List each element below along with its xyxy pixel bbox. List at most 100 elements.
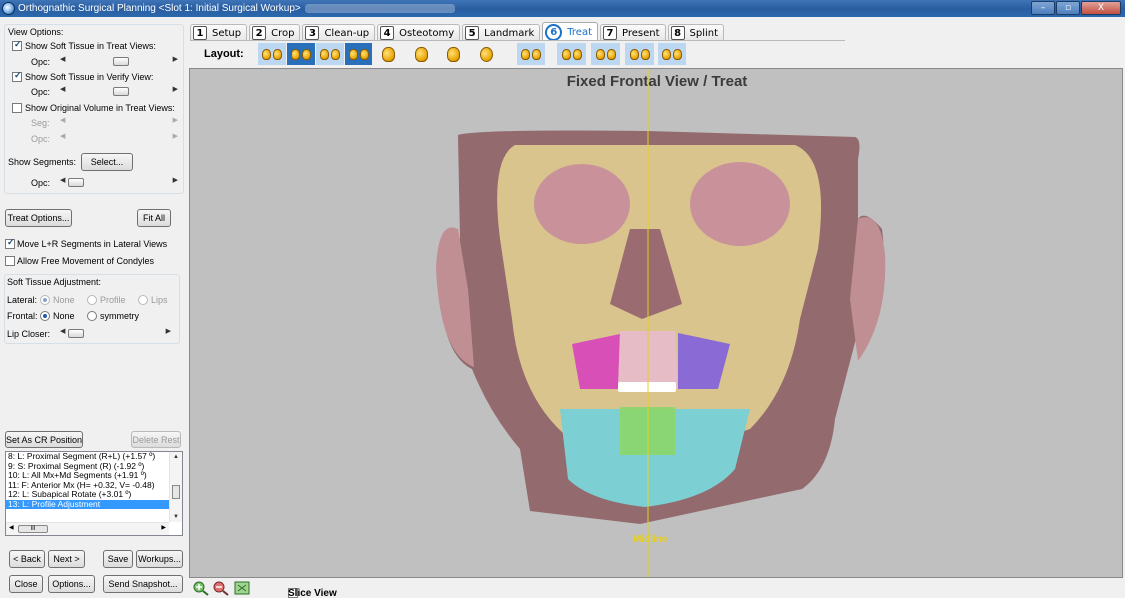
back-button[interactable]: < Back — [9, 550, 45, 568]
layout-single-frontal-icon[interactable] — [444, 43, 462, 65]
slider-left-arrow-icon[interactable]: ◀ — [60, 85, 65, 93]
delete-rest-button: Delete Rest — [131, 431, 181, 448]
options-button[interactable]: Options... — [48, 575, 95, 593]
layout-compare-oblique-icon[interactable] — [625, 43, 654, 65]
layout-compare-lateral-icon[interactable] — [557, 43, 586, 65]
treat-options-button[interactable]: Treat Options... — [5, 209, 72, 227]
slider-left-arrow-icon[interactable]: ◀ — [60, 55, 65, 63]
tab-splint[interactable]: 8 Splint — [667, 24, 725, 41]
soft-tissue-treat-checkbox[interactable] — [12, 39, 22, 51]
move-lr-segments-label: Move L+R Segments in Lateral Views — [17, 239, 168, 249]
scroll-left-icon[interactable]: ◀ — [9, 524, 14, 531]
slider-thumb[interactable] — [113, 87, 129, 96]
tab-number: 4 — [380, 26, 395, 40]
tab-osteotomy[interactable]: 4 Osteotomy — [377, 24, 461, 41]
frontal-none-label: None — [53, 311, 75, 321]
slider-thumb[interactable] — [68, 329, 84, 338]
seg-label: Seg: — [31, 118, 50, 128]
layout-single-lateral-icon[interactable] — [379, 43, 397, 65]
history-horizontal-scrollbar[interactable]: ◀ III ▶ — [6, 522, 169, 535]
close-button[interactable]: Close — [9, 575, 43, 593]
opc-label: Opc: — [31, 134, 51, 144]
slider-right-arrow-icon[interactable]: ▶ — [173, 176, 178, 184]
layout-single-oblique-icon[interactable] — [412, 43, 430, 65]
set-cr-position-button[interactable]: Set As CR Position — [5, 431, 83, 448]
send-snapshot-button[interactable]: Send Snapshot... — [103, 575, 183, 593]
segments-opacity-slider[interactable]: ◀ ▶ — [60, 176, 178, 188]
select-segments-button[interactable]: Select... — [81, 153, 133, 171]
slider-thumb[interactable] — [68, 178, 84, 187]
skull-rendering — [436, 69, 886, 577]
lip-closer-slider[interactable]: ◀ ▶ — [60, 327, 171, 339]
next-button[interactable]: Next > — [48, 550, 85, 568]
upper-teeth — [618, 382, 676, 392]
history-list[interactable]: 8: L: Proximal Segment (R+L) (+1.57 º) 9… — [5, 451, 183, 536]
workups-button[interactable]: Workups... — [136, 550, 183, 568]
show-segments-label: Show Segments: — [8, 157, 77, 167]
tab-present[interactable]: 7 Present — [600, 24, 666, 41]
slider-right-arrow-icon[interactable]: ▶ — [173, 55, 178, 63]
title-bar: Orthognathic Surgical Planning <Slot 1: … — [0, 0, 1125, 17]
layout-two-view-alt-icon[interactable] — [316, 43, 344, 65]
lateral-profile-label: Profile — [100, 295, 126, 305]
soft-tissue-verify-label: Show Soft Tissue in Verify View: — [25, 72, 154, 82]
frontal-symmetry-radio[interactable] — [87, 311, 97, 321]
save-button[interactable]: Save — [103, 550, 133, 568]
slider-thumb[interactable] — [113, 57, 129, 66]
layout-two-view-selected-icon[interactable] — [287, 43, 315, 65]
soft-tissue-verify-checkbox[interactable] — [12, 70, 22, 82]
zoom-fit-icon[interactable] — [233, 580, 251, 596]
workflow-tabs: 1 Setup 2 Crop 3 Clean-up 4 Osteotomy 5 Landm… — [190, 22, 726, 41]
slider-left-arrow-icon[interactable]: ◀ — [60, 176, 65, 184]
scroll-thumb[interactable]: III — [18, 525, 48, 533]
list-item[interactable]: 12: L: Subapical Rotate (+3.01 º) — [6, 490, 169, 500]
3d-viewport[interactable]: Fixed Frontal View / Treat Midline — [189, 68, 1123, 578]
close-window-button[interactable]: X — [1081, 1, 1121, 15]
layout-compare-frontal-icon[interactable] — [591, 43, 620, 65]
tab-label: Setup — [212, 27, 242, 39]
tab-setup[interactable]: 1 Setup — [190, 24, 248, 41]
list-item[interactable]: 8: L: Proximal Segment (R+L) (+1.57 º) — [6, 452, 169, 462]
app-icon — [2, 2, 15, 15]
list-item[interactable]: 9: S: Proximal Segment (R) (-1.92 º) — [6, 462, 169, 472]
zoom-in-icon[interactable] — [192, 580, 210, 596]
tab-treat[interactable]: 6 Treat — [542, 22, 599, 41]
frontal-label: Frontal: — [7, 311, 38, 321]
scroll-thumb[interactable] — [172, 485, 180, 499]
layout-compare-inferior-icon[interactable] — [658, 43, 686, 65]
scroll-up-icon[interactable]: ▲ — [173, 454, 179, 460]
tab-label: Present — [622, 27, 660, 39]
tab-landmark[interactable]: 5 Landmark — [462, 24, 541, 41]
zoom-out-icon[interactable] — [212, 580, 230, 596]
maximize-button[interactable]: ▫ — [1056, 1, 1080, 15]
scroll-right-icon[interactable]: ▶ — [161, 524, 166, 531]
slider-left-arrow-icon[interactable]: ◀ — [60, 327, 65, 335]
history-vertical-scrollbar[interactable]: ▲ ▼ — [169, 452, 182, 522]
list-item[interactable]: 11: F: Anterior Mx (H= +0.32, V= -0.48) — [6, 481, 169, 491]
slider-right-arrow-icon[interactable]: ▶ — [166, 327, 171, 335]
scroll-down-icon[interactable]: ▼ — [173, 514, 179, 520]
tab-clean-up[interactable]: 3 Clean-up — [302, 24, 376, 41]
title-blurred-region — [304, 4, 455, 13]
tab-number: 8 — [670, 26, 685, 40]
tab-label: Treat — [567, 26, 593, 38]
allow-free-condyles-checkbox[interactable] — [5, 256, 15, 266]
layout-four-view-icon[interactable] — [517, 43, 545, 65]
frontal-symmetry-label: symmetry — [100, 311, 139, 321]
original-volume-checkbox[interactable] — [12, 103, 22, 113]
fit-all-button[interactable]: Fit All — [137, 209, 171, 227]
tab-baseline — [190, 40, 845, 41]
list-item[interactable]: 10: L: All Mx+Md Segments (+1.91 º) — [6, 471, 169, 481]
soft-tissue-verify-opacity-slider[interactable]: ◀ ▶ — [60, 85, 178, 97]
layout-two-view-profile-icon[interactable] — [345, 43, 372, 65]
soft-tissue-treat-opacity-slider[interactable]: ◀ ▶ — [60, 55, 178, 67]
tab-crop[interactable]: 2 Crop — [249, 24, 301, 41]
list-item-selected[interactable]: 13: L: Profile Adjustment — [6, 499, 169, 509]
frontal-none-radio[interactable] — [40, 311, 50, 321]
layout-two-view-icon[interactable] — [258, 43, 286, 65]
layout-single-inferior-icon[interactable] — [477, 43, 495, 65]
slider-left-arrow-icon: ◀ — [60, 133, 66, 140]
move-lr-segments-checkbox[interactable] — [5, 237, 15, 249]
minimize-button[interactable]: – — [1031, 1, 1055, 15]
slider-right-arrow-icon[interactable]: ▶ — [173, 85, 178, 93]
